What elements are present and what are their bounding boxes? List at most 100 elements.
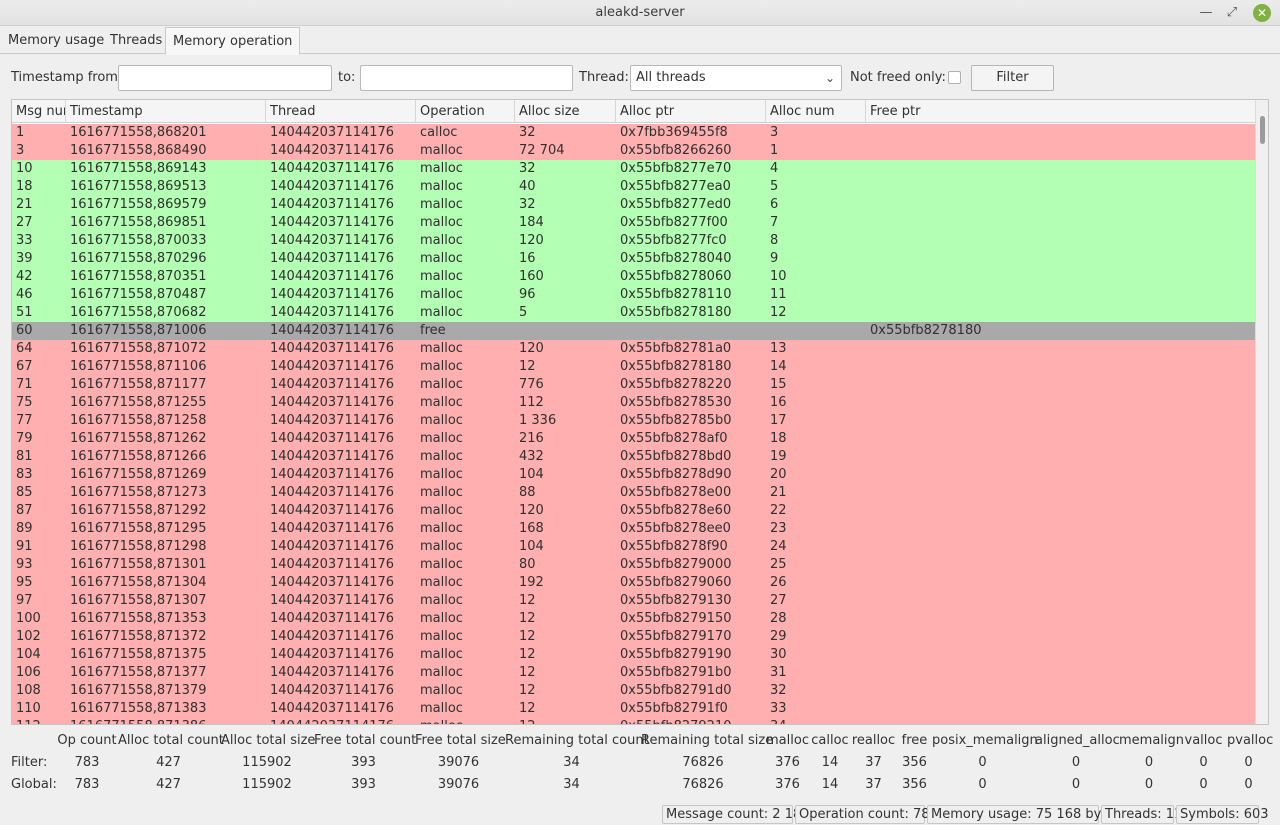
column-header[interactable]: Msg nur [12, 100, 66, 123]
not-freed-checkbox[interactable] [948, 71, 961, 84]
table-cell: malloc [420, 485, 463, 500]
table-cell: 97 [16, 593, 33, 608]
stats-value: 356 [902, 777, 927, 792]
table-row[interactable]: 104 1616771558,871375 140442037114176 mallo… [12, 646, 1255, 664]
table-row[interactable]: 106 1616771558,871377 140442037114176 mallo… [12, 664, 1255, 682]
table-row[interactable]: 100 1616771558,871353 140442037114176 mallo… [12, 610, 1255, 628]
column-header[interactable]: Timestamp [66, 100, 266, 123]
table-row[interactable]: 21 1616771558,869579 140442037114176 malloc… [12, 196, 1255, 214]
table-row[interactable]: 81 1616771558,871266 140442037114176 malloc… [12, 448, 1255, 466]
column-header[interactable]: Free ptr [866, 100, 1255, 123]
table-cell: 140442037114176 [270, 287, 395, 302]
table-row[interactable]: 42 1616771558,870351 140442037114176 malloc… [12, 268, 1255, 286]
table-row[interactable]: 83 1616771558,871269 140442037114176 malloc… [12, 466, 1255, 484]
column-header[interactable]: Thread [266, 100, 416, 123]
table-row[interactable]: 97 1616771558,871307 140442037114176 malloc… [12, 592, 1255, 610]
table-row[interactable]: 77 1616771558,871258 140442037114176 malloc… [12, 412, 1255, 430]
table-row[interactable]: 110 1616771558,871383 140442037114176 mallo… [12, 700, 1255, 718]
table-cell: 89 [16, 521, 33, 536]
table-cell: malloc [420, 503, 463, 518]
timestamp-from-input[interactable] [118, 65, 332, 91]
table-cell: 112 [519, 395, 544, 410]
tab-memory-usage[interactable]: Memory usage [1, 27, 111, 54]
table-cell: 0x55bfb8277f00 [620, 215, 728, 230]
table-row[interactable]: 91 1616771558,871298 140442037114176 malloc… [12, 538, 1255, 556]
table-cell: 140442037114176 [270, 575, 395, 590]
maximize-icon[interactable]: ⤢ [1222, 3, 1242, 23]
column-header[interactable]: Alloc size [515, 100, 616, 123]
table-cell [866, 646, 1255, 664]
tab-threads[interactable]: Threads [103, 27, 169, 54]
table-row[interactable]: 10 1616771558,869143 140442037114176 malloc… [12, 160, 1255, 178]
column-header[interactable]: Alloc ptr [616, 100, 766, 123]
table-cell [866, 700, 1255, 718]
table-cell: 140442037114176 [270, 557, 395, 572]
table-row[interactable]: 51 1616771558,870682 140442037114176 malloc… [12, 304, 1255, 322]
table-row[interactable]: 39 1616771558,870296 140442037114176 malloc… [12, 250, 1255, 268]
table-cell: 100 [16, 611, 41, 626]
table-cell: 32 [519, 125, 536, 140]
table-cell: 0x55bfb8278180 [620, 305, 732, 320]
table-row[interactable]: 71 1616771558,871177 140442037114176 malloc… [12, 376, 1255, 394]
table-cell: 1616771558,871304 [70, 575, 207, 590]
table-cell [866, 160, 1255, 178]
table-cell: malloc [420, 629, 463, 644]
table-cell: 10 [16, 161, 33, 176]
status-operation-count: Operation count: 783 [795, 805, 938, 824]
table-cell: 140442037114176 [270, 431, 395, 446]
table-row[interactable]: 102 1616771558,871372 140442037114176 mallo… [12, 628, 1255, 646]
stats-row-label: Global: [11, 777, 57, 792]
table-row[interactable]: 3 1616771558,868490 140442037114176 malloc 7… [12, 142, 1255, 160]
table-cell: 15 [770, 377, 787, 392]
table-cell: 106 [16, 665, 41, 680]
thread-label: Thread: [579, 70, 629, 85]
table-row[interactable]: 85 1616771558,871273 140442037114176 malloc… [12, 484, 1255, 502]
table-row[interactable]: 79 1616771558,871262 140442037114176 malloc… [12, 430, 1255, 448]
stats-value: 34 [563, 777, 580, 792]
scrollbar-thumb[interactable] [1260, 116, 1265, 144]
table-row[interactable]: 1121616771558,871386140442037114176mallo… [12, 718, 1255, 724]
table-cell: 1616771558,869143 [70, 161, 207, 176]
close-icon[interactable]: ✕ [1253, 4, 1271, 22]
table-row[interactable]: 18 1616771558,869513 140442037114176 malloc… [12, 178, 1255, 196]
table-cell: 1616771558,871292 [70, 503, 207, 518]
table-cell: 140442037114176 [270, 269, 395, 284]
table-row[interactable]: 27 1616771558,869851 140442037114176 malloc… [12, 214, 1255, 232]
table-cell: 1616771558,871072 [70, 341, 207, 356]
table-cell: 0x55bfb8277fc0 [620, 233, 727, 248]
table-cell: 120 [519, 341, 544, 356]
table-row[interactable]: 33 1616771558,870033 140442037114176 malloc… [12, 232, 1255, 250]
table-row[interactable]: 95 1616771558,871304 140442037114176 malloc… [12, 574, 1255, 592]
table-row[interactable]: 93 1616771558,871301 140442037114176 malloc… [12, 556, 1255, 574]
table-cell: 0x55bfb82791d0 [620, 683, 732, 698]
table-row[interactable]: 89 1616771558,871295 140442037114176 malloc… [12, 520, 1255, 538]
table-row[interactable]: 60 1616771558,871006 140442037114176 free 0x… [12, 322, 1255, 340]
table-cell: 1616771558,871177 [70, 377, 207, 392]
stats-value: 14 [821, 777, 839, 792]
table-cell: 0x55bfb8278e00 [620, 485, 732, 500]
table-cell: 23 [770, 521, 787, 536]
table-cell: 12 [519, 611, 536, 626]
table-row[interactable]: 67 1616771558,871106 140442037114176 malloc… [12, 358, 1255, 376]
table-row[interactable]: 108 1616771558,871379 140442037114176 mallo… [12, 682, 1255, 700]
column-header[interactable]: Operation [416, 100, 515, 123]
column-header[interactable]: Alloc num [766, 100, 866, 123]
tab-memory-operation[interactable]: Memory operation [165, 27, 301, 55]
table-cell: malloc [420, 647, 463, 662]
thread-select[interactable]: All threads ⌄ [630, 65, 842, 91]
table-row[interactable]: 1 1616771558,868201 140442037114176 calloc 3… [12, 124, 1255, 142]
minimize-icon[interactable]: — [1196, 3, 1216, 23]
table-row[interactable]: 46 1616771558,870487 140442037114176 malloc… [12, 286, 1255, 304]
vertical-scrollbar[interactable] [1255, 100, 1268, 724]
filter-button[interactable]: Filter [971, 65, 1054, 91]
table-cell: 0x55bfb8279130 [620, 593, 732, 608]
table-row[interactable]: 75 1616771558,871255 140442037114176 malloc… [12, 394, 1255, 412]
timestamp-to-input[interactable] [360, 65, 573, 91]
stats-header: realloc [851, 733, 896, 748]
table-cell: 216 [519, 431, 544, 446]
table-row[interactable]: 87 1616771558,871292 140442037114176 malloc… [12, 502, 1255, 520]
table-cell: 1616771558,870033 [70, 233, 207, 248]
table-cell: 140442037114176 [270, 323, 395, 338]
stats-value: 783 [74, 755, 100, 770]
table-row[interactable]: 64 1616771558,871072 140442037114176 malloc… [12, 340, 1255, 358]
